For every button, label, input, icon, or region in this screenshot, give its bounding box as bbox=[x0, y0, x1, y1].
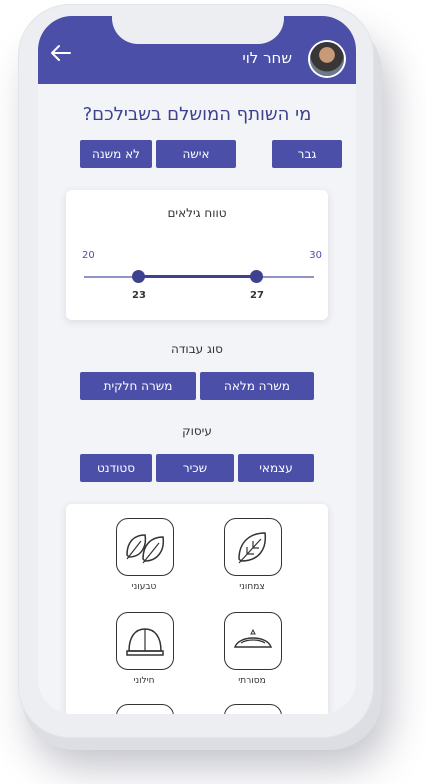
phone-notch bbox=[112, 16, 284, 44]
kippah-icon[interactable] bbox=[224, 612, 282, 670]
arrow-left-icon[interactable] bbox=[50, 44, 72, 62]
page-title: מי השותף המושלם בשבילכם? bbox=[82, 104, 312, 125]
age-max-label: 30 bbox=[309, 250, 322, 261]
age-range-title: טווח גילאים bbox=[167, 206, 227, 220]
age-to-value: 27 bbox=[250, 290, 264, 301]
occupation-title: עיסוק bbox=[182, 424, 212, 438]
leaf-icon[interactable] bbox=[224, 518, 282, 576]
app-screen: שחר לוי מי השותף המושלם בשבילכם? גבר איש… bbox=[38, 16, 356, 714]
age-from-value: 23 bbox=[132, 290, 146, 301]
full-time-button[interactable]: משרה מלאה bbox=[200, 372, 314, 400]
lifestyle-label-secular: חילוני bbox=[133, 676, 155, 686]
gender-male-button[interactable]: גבר bbox=[272, 140, 342, 168]
age-slider-range bbox=[138, 275, 256, 278]
cap-icon[interactable] bbox=[116, 612, 174, 670]
lifestyle-label-vegan: טבעוני bbox=[131, 582, 157, 592]
self-employed-button[interactable]: עצמאי bbox=[238, 454, 314, 482]
age-range-card: טווח גילאים 20 30 23 27 bbox=[66, 190, 328, 320]
gender-any-button[interactable]: לא משנה bbox=[80, 140, 152, 168]
job-type-title: סוג עבודה bbox=[171, 342, 223, 356]
lifestyle-item-partial[interactable] bbox=[116, 704, 174, 714]
student-button[interactable]: סטודנט bbox=[80, 454, 152, 482]
avatar[interactable] bbox=[310, 42, 344, 76]
user-name: שחר לוי bbox=[242, 49, 292, 67]
part-time-button[interactable]: משרה חלקית bbox=[80, 372, 196, 400]
age-slider-thumb-max[interactable] bbox=[250, 270, 263, 283]
leaves-icon[interactable] bbox=[116, 518, 174, 576]
age-min-label: 20 bbox=[82, 250, 95, 261]
lifestyle-label-vegetarian: צמחוני bbox=[239, 582, 265, 592]
lifestyle-card: צמחוני טבעוני מסורתי חילוני bbox=[66, 504, 328, 714]
employee-button[interactable]: שכיר bbox=[156, 454, 234, 482]
lifestyle-label-traditional: מסורתי bbox=[238, 676, 266, 686]
app-header: שחר לוי bbox=[38, 16, 356, 84]
lifestyle-item-partial[interactable] bbox=[224, 704, 282, 714]
age-slider-thumb-min[interactable] bbox=[132, 270, 145, 283]
gender-female-button[interactable]: אישה bbox=[156, 140, 236, 168]
